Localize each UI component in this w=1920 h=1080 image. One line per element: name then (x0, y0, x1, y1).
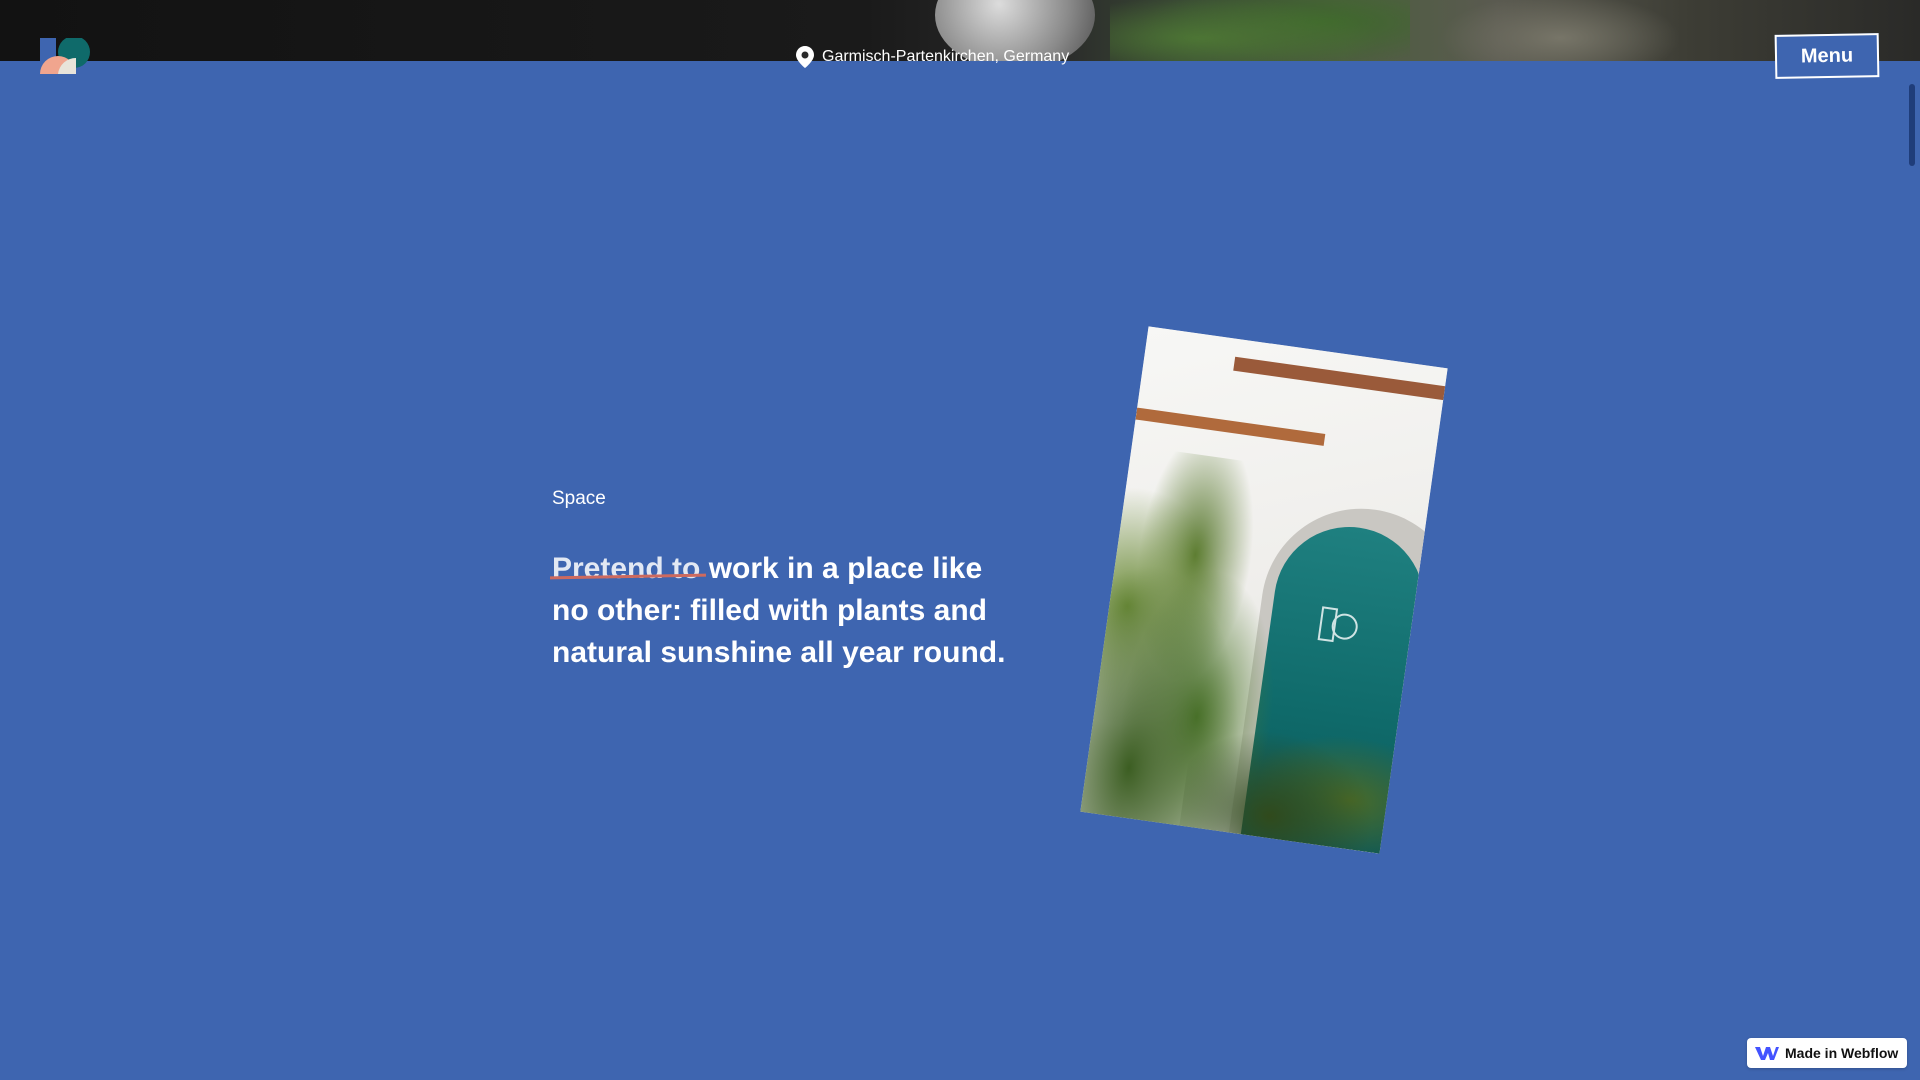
location-text: Garmisch-Partenkirchen, Germany (822, 48, 1070, 65)
headline-struck-text: Pretend to (552, 552, 701, 585)
scrollbar-thumb[interactable] (1909, 84, 1915, 166)
location-label: Garmisch-Partenkirchen, Germany (796, 46, 1069, 68)
section-label: Space (552, 488, 606, 509)
webflow-icon (1755, 1047, 1779, 1060)
brand-logo-icon[interactable] (40, 36, 92, 74)
hero-foliage-secondary (1430, 0, 1690, 61)
hero-foliage (1110, 0, 1410, 61)
webflow-badge-label: Made in Webflow (1785, 1045, 1899, 1061)
menu-button[interactable]: Menu (1774, 33, 1880, 79)
section-headline: Pretend to work in a place like no other… (552, 548, 1012, 674)
page: Garmisch-Partenkirchen, Germany Menu Spa… (0, 0, 1920, 1080)
space-photo (1080, 326, 1448, 854)
map-pin-icon (796, 46, 814, 68)
door-logo-icon (1317, 606, 1358, 643)
made-in-webflow-badge[interactable]: Made in Webflow (1747, 1038, 1907, 1068)
